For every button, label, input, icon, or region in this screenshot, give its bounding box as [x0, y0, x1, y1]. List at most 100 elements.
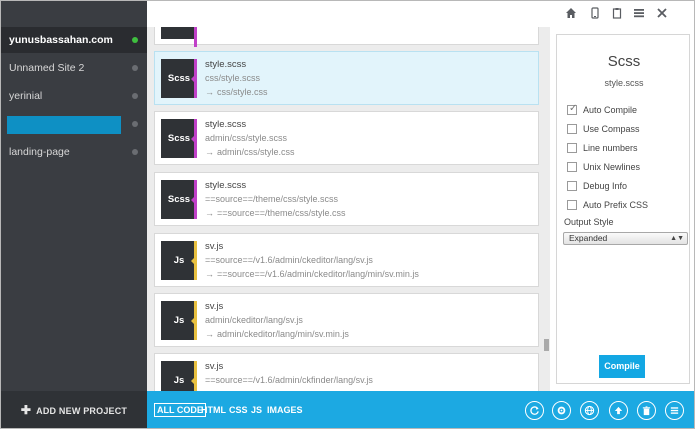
- status-dot-icon: [132, 149, 138, 155]
- file-output-path[interactable]: → css/style.css: [205, 87, 268, 97]
- file-output-path[interactable]: → ==source==/theme/css/style.css: [205, 208, 346, 218]
- trash-icon[interactable]: [637, 401, 656, 420]
- output-path-text: ==source==/v1.6/admin/ckeditor/lang/min/…: [217, 269, 419, 279]
- unix-newlines-checkbox[interactable]: [567, 162, 577, 172]
- home-icon[interactable]: [564, 7, 578, 21]
- filter-all-code[interactable]: ALL CODE: [154, 403, 206, 417]
- panel-title: Scss: [607, 53, 641, 70]
- file-type-label: Js: [173, 375, 185, 386]
- filter-css[interactable]: CSS: [229, 404, 248, 416]
- sidebar-site-unnamed-2[interactable]: Unnamed Site 2: [1, 55, 147, 81]
- list-icon[interactable]: [665, 401, 684, 420]
- file-card[interactable]: Js sv.js ==source==/v1.6/admin/ckfinder/…: [154, 353, 539, 391]
- sidebar: yunusbassahan.com Unnamed Site 2 yerinia…: [1, 1, 147, 428]
- output-style-value: Expanded: [569, 233, 608, 243]
- file-list[interactable]: Scss style.scss css/style.scss → css/styl…: [147, 27, 550, 391]
- file-type-label: Js: [173, 255, 185, 266]
- file-source-path: ==source==/v1.6/admin/ckfinder/lang/sv.j…: [205, 375, 373, 385]
- status-dot-icon: [132, 65, 138, 71]
- options-panel: Scss style.scss Auto Compile Use Compass…: [556, 34, 690, 384]
- file-output-path[interactable]: → ==source==/v1.6/admin/ckeditor/lang/min…: [205, 269, 419, 279]
- site-name: landing-page: [9, 146, 70, 158]
- top-toolbar: [147, 1, 694, 27]
- file-type-badge: Js: [161, 241, 197, 280]
- file-output-path[interactable]: → admin/ckeditor/lang/min/sv.min.js: [205, 329, 349, 339]
- file-type-label: Js: [173, 315, 185, 326]
- file-source-path: admin/ckeditor/lang/sv.js: [205, 315, 303, 325]
- sidebar-site-landing-page[interactable]: landing-page: [1, 139, 147, 165]
- file-name: sv.js: [205, 241, 224, 252]
- file-name: sv.js: [205, 301, 224, 312]
- file-source-path: css/style.scss: [205, 73, 261, 83]
- upload-icon[interactable]: [609, 401, 628, 420]
- menu-icon[interactable]: [632, 7, 646, 21]
- sidebar-site-yunusbassahan[interactable]: yunusbassahan.com: [1, 27, 147, 53]
- file-output-path[interactable]: → admin/css/style.css: [205, 147, 295, 157]
- refresh-icon[interactable]: [525, 401, 544, 420]
- auto-compile-checkbox[interactable]: [567, 103, 577, 115]
- notch-icon: [191, 257, 195, 265]
- option-label: Use Compass: [583, 124, 640, 134]
- status-dot-icon: [132, 37, 138, 43]
- output-path-text: css/style.css: [217, 87, 268, 97]
- output-path-text: ==source==/theme/css/style.css: [217, 208, 346, 218]
- mobile-icon[interactable]: [588, 7, 602, 21]
- sidebar-site-yerinial[interactable]: yerinial: [1, 83, 147, 109]
- debug-info-checkbox[interactable]: [567, 181, 577, 191]
- close-icon[interactable]: [655, 7, 669, 21]
- use-compass-checkbox[interactable]: [567, 124, 577, 134]
- file-card[interactable]: Scss style.scss css/style.scss → css/styl…: [154, 51, 539, 105]
- notch-icon: [191, 135, 195, 143]
- file-type-label: Scss: [167, 73, 191, 84]
- clipboard-icon[interactable]: [610, 7, 624, 21]
- site-name: yerinial: [9, 90, 43, 102]
- file-type-badge: Scss: [161, 180, 197, 219]
- auto-prefix-css-checkbox[interactable]: [567, 200, 577, 210]
- notch-icon: [191, 75, 195, 83]
- file-type-badge: Scss: [161, 59, 197, 98]
- filter-html[interactable]: HTML: [201, 404, 226, 416]
- panel-filename: style.scss: [604, 78, 644, 88]
- output-path-text: admin/css/style.css: [217, 147, 295, 157]
- compile-button[interactable]: Compile: [599, 355, 645, 378]
- site-name-input[interactable]: [7, 116, 121, 134]
- output-style-select[interactable]: Expanded ▲▼: [563, 232, 688, 245]
- file-card[interactable]: Scss style.scss admin/css/style.scss → ad…: [154, 111, 539, 165]
- site-name: yunusbassahan.com: [9, 34, 113, 46]
- bottom-toolbar: ALL CODE HTML CSS JS IMAGES: [147, 391, 694, 428]
- file-list-scrollbar[interactable]: [544, 339, 549, 351]
- type-stripe: [194, 361, 197, 391]
- file-card[interactable]: Js sv.js ==source==/v1.6/admin/ckeditor/…: [154, 233, 539, 287]
- file-type-badge: Js: [161, 361, 197, 391]
- type-stripe: [194, 27, 197, 47]
- file-card-partial[interactable]: [154, 27, 539, 47]
- file-name: style.scss: [205, 180, 247, 191]
- arrow-right-icon: →: [205, 208, 214, 218]
- option-label: Line numbers: [583, 143, 638, 153]
- output-style-label: Output Style: [564, 217, 614, 227]
- file-source-path: admin/css/style.scss: [205, 133, 288, 143]
- file-source-path: ==source==/v1.6/admin/ckeditor/lang/sv.j…: [205, 255, 373, 265]
- site-name: Unnamed Site 2: [9, 62, 85, 74]
- filter-js[interactable]: JS: [251, 404, 262, 416]
- plus-icon: ✚: [20, 403, 32, 417]
- notch-icon: [191, 377, 195, 385]
- arrow-right-icon: →: [205, 329, 214, 339]
- globe-icon[interactable]: [580, 401, 599, 420]
- file-card[interactable]: Js sv.js admin/ckeditor/lang/sv.js → admi…: [154, 293, 539, 347]
- file-name: style.scss: [205, 119, 247, 130]
- output-path-text: admin/ckeditor/lang/min/sv.min.js: [217, 329, 349, 339]
- add-new-project-button[interactable]: ✚ ADD NEW PROJECT: [1, 391, 147, 428]
- file-type-badge: [161, 27, 197, 47]
- file-name: sv.js: [205, 361, 224, 372]
- add-project-label: ADD NEW PROJECT: [36, 406, 128, 416]
- file-type-label: Scss: [167, 194, 191, 205]
- arrow-right-icon: →: [205, 147, 214, 157]
- file-card[interactable]: Scss style.scss ==source==/theme/css/sty…: [154, 172, 539, 226]
- settings-icon[interactable]: [552, 401, 571, 420]
- option-label: Auto Compile: [583, 105, 638, 115]
- line-numbers-checkbox[interactable]: [567, 143, 577, 153]
- status-dot-icon: [132, 93, 138, 99]
- notch-icon: [191, 196, 195, 204]
- filter-images[interactable]: IMAGES: [267, 404, 303, 416]
